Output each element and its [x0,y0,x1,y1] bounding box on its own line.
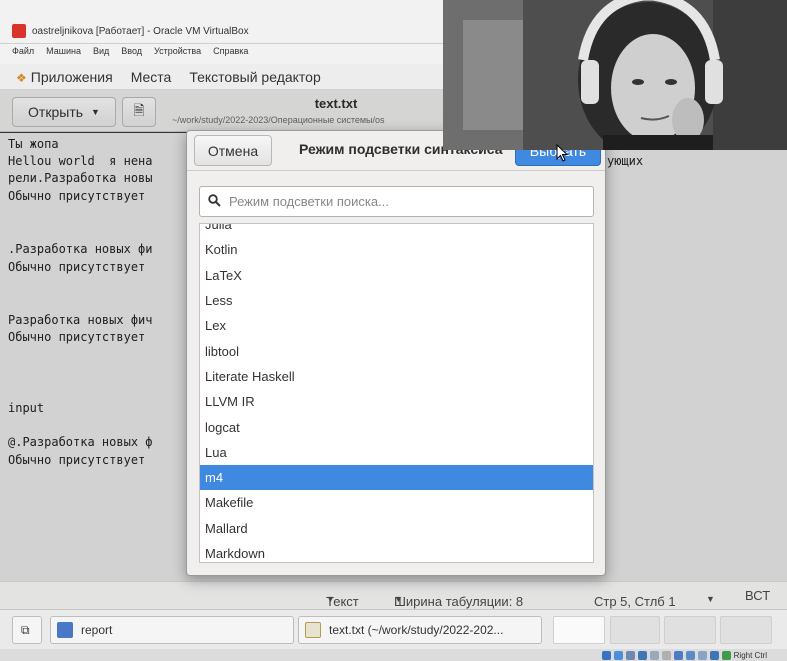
applications-icon: ❖ [16,70,27,85]
language-list-item[interactable]: LLVM IR [200,389,593,414]
language-list-item[interactable]: libtool [200,338,593,363]
hard-disk-icon[interactable] [601,650,611,660]
network-icon[interactable] [637,650,647,660]
taskbar-item-text-editor[interactable]: text.txt (~/work/study/2022-202... [298,616,542,644]
language-list[interactable]: Julia Kotlin LaTeX Less Lex libtool Literate H… [199,223,594,563]
vbox-menu-input[interactable]: Ввод [121,46,142,62]
search-icon [208,193,221,210]
cancel-button[interactable]: Отмена [194,135,272,166]
chevron-down-icon: ▼ [326,594,335,604]
dialog-separator [187,170,605,171]
virtualbox-logo-icon [12,24,26,38]
desktop-icon: ⧉ [21,622,30,637]
vbox-menu-machine[interactable]: Машина [46,46,81,62]
workspace-4[interactable] [720,616,772,644]
guest-taskbar: ⧉ report text.txt (~/work/study/2022-202… [0,609,787,649]
mouse-integration-icon[interactable] [709,650,719,660]
active-app-name[interactable]: Текстовый редактор [189,69,320,85]
usb-icon[interactable] [649,650,659,660]
optical-drive-icon[interactable] [613,650,623,660]
taskbar-item-report[interactable]: report [50,616,294,644]
webcam-image [443,0,787,150]
vbox-menu-help[interactable]: Справка [213,46,248,62]
taskbar-item-label: text.txt (~/work/study/2022-202... [329,623,504,637]
display-icon[interactable] [673,650,683,660]
vbox-statusbar: Right Ctrl [0,649,787,661]
search-input[interactable] [229,194,589,209]
vbox-menu-view[interactable]: Вид [93,46,109,62]
language-list-item[interactable]: m4 [200,464,593,491]
language-list-item[interactable]: Lua [200,440,593,465]
cpu-icon[interactable] [697,650,707,660]
shared-folders-icon[interactable] [661,650,671,660]
vbox-menu-file[interactable]: Файл [12,46,34,62]
chevron-down-icon: ▼ [394,594,403,604]
screen: oastreljnikova [Работает] - Oracle VM Vi… [0,0,787,661]
language-list-item[interactable]: Literate Haskell [200,364,593,389]
places-menu[interactable]: Места [131,69,172,85]
host-key-label: Right Ctrl [733,650,767,660]
highlight-mode-dialog: Отмена Режим подсветки синтаксиса Выбрат… [186,130,606,576]
webcam-overlay [443,0,787,150]
vbox-menu-devices[interactable]: Устройства [154,46,201,62]
language-list-item[interactable]: Mallard [200,516,593,541]
gedit-statusbar: Текст ▼ Ширина табуляции: 8 ▼ Стр 5, Стл… [0,581,787,609]
file-manager-icon [57,622,73,638]
insert-mode: ВСТ [745,588,771,603]
language-list-item[interactable]: Lex [200,313,593,338]
language-list-item[interactable]: Markdown [200,541,593,562]
language-list-item[interactable]: Less [200,288,593,313]
vbox-title: oastreljnikova [Работает] - Oracle VM Vi… [12,22,249,40]
language-list-item[interactable]: Kotlin [200,237,593,262]
taskbar-item-label: report [81,623,113,637]
vbox-title-text: oastreljnikova [Работает] - Oracle VM Vi… [32,25,249,37]
language-list-items: Julia Kotlin LaTeX Less Lex libtool Literate H… [200,224,593,562]
workspace-3[interactable] [664,616,716,644]
keyboard-capture-icon[interactable] [721,650,731,660]
recording-icon[interactable] [685,650,695,660]
text-editor-icon [305,622,321,638]
language-list-item[interactable]: Makefile [200,490,593,515]
search-field[interactable] [199,186,594,217]
language-list-item[interactable]: Julia [200,224,593,237]
show-desktop-button[interactable]: ⧉ [12,616,42,644]
workspace-1[interactable] [553,616,605,644]
audio-icon[interactable] [625,650,635,660]
language-list-item[interactable]: LaTeX [200,263,593,288]
applications-label: Приложения [30,68,113,85]
workspace-2[interactable] [610,616,660,644]
applications-menu[interactable]: ❖ Приложения [16,69,113,85]
cursor-position-label: Стр 5, Стлб 1 [594,594,676,609]
mouse-cursor-icon [556,144,568,162]
language-list-item[interactable]: logcat [200,414,593,439]
tab-width-label: Ширина табуляции: 8 [394,594,524,609]
